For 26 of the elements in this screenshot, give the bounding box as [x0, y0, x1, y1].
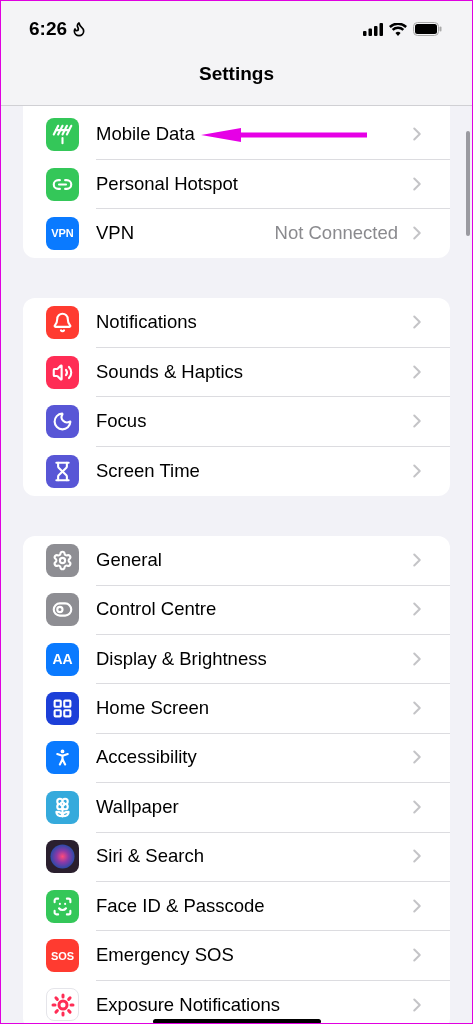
settings-item[interactable]: Mobile Data: [96, 123, 195, 146]
settings-item[interactable]: Siri & Search: [96, 845, 204, 868]
vpn-icon: VPN: [46, 216, 79, 250]
settings-item[interactable]: Display & Brightness: [96, 647, 267, 670]
sos-icon: SOS: [46, 939, 79, 973]
settings-item[interactable]: Wallpaper: [96, 795, 179, 818]
settings-item[interactable]: Exposure Notifications: [96, 993, 281, 1016]
settings-item[interactable]: General: [96, 548, 162, 571]
item-value: Not Connected: [274, 222, 398, 245]
battery-icon: [413, 22, 442, 36]
settings-item[interactable]: Sounds & Haptics: [96, 360, 244, 383]
page-title: Settings: [198, 63, 275, 85]
settings-item[interactable]: Face ID & Passcode: [96, 894, 265, 917]
settings-item[interactable]: Home Screen: [96, 697, 210, 720]
settings-item[interactable]: Personal Hotspot: [96, 172, 238, 195]
settings-item[interactable]: Focus: [96, 410, 147, 433]
settings-item[interactable]: Screen Time: [96, 460, 200, 483]
text-size-icon: AA: [46, 642, 79, 676]
status-time: 6:26: [29, 18, 68, 40]
settings-item[interactable]: Control Centre: [96, 598, 217, 621]
settings-item[interactable]: VPN: [96, 222, 135, 245]
settings-item[interactable]: Accessibility: [96, 746, 197, 769]
wifi-icon: [389, 22, 407, 36]
settings-item[interactable]: Emergency SOS: [96, 944, 234, 967]
settings-item[interactable]: Notifications: [96, 311, 197, 334]
signal-icon: [363, 22, 383, 36]
